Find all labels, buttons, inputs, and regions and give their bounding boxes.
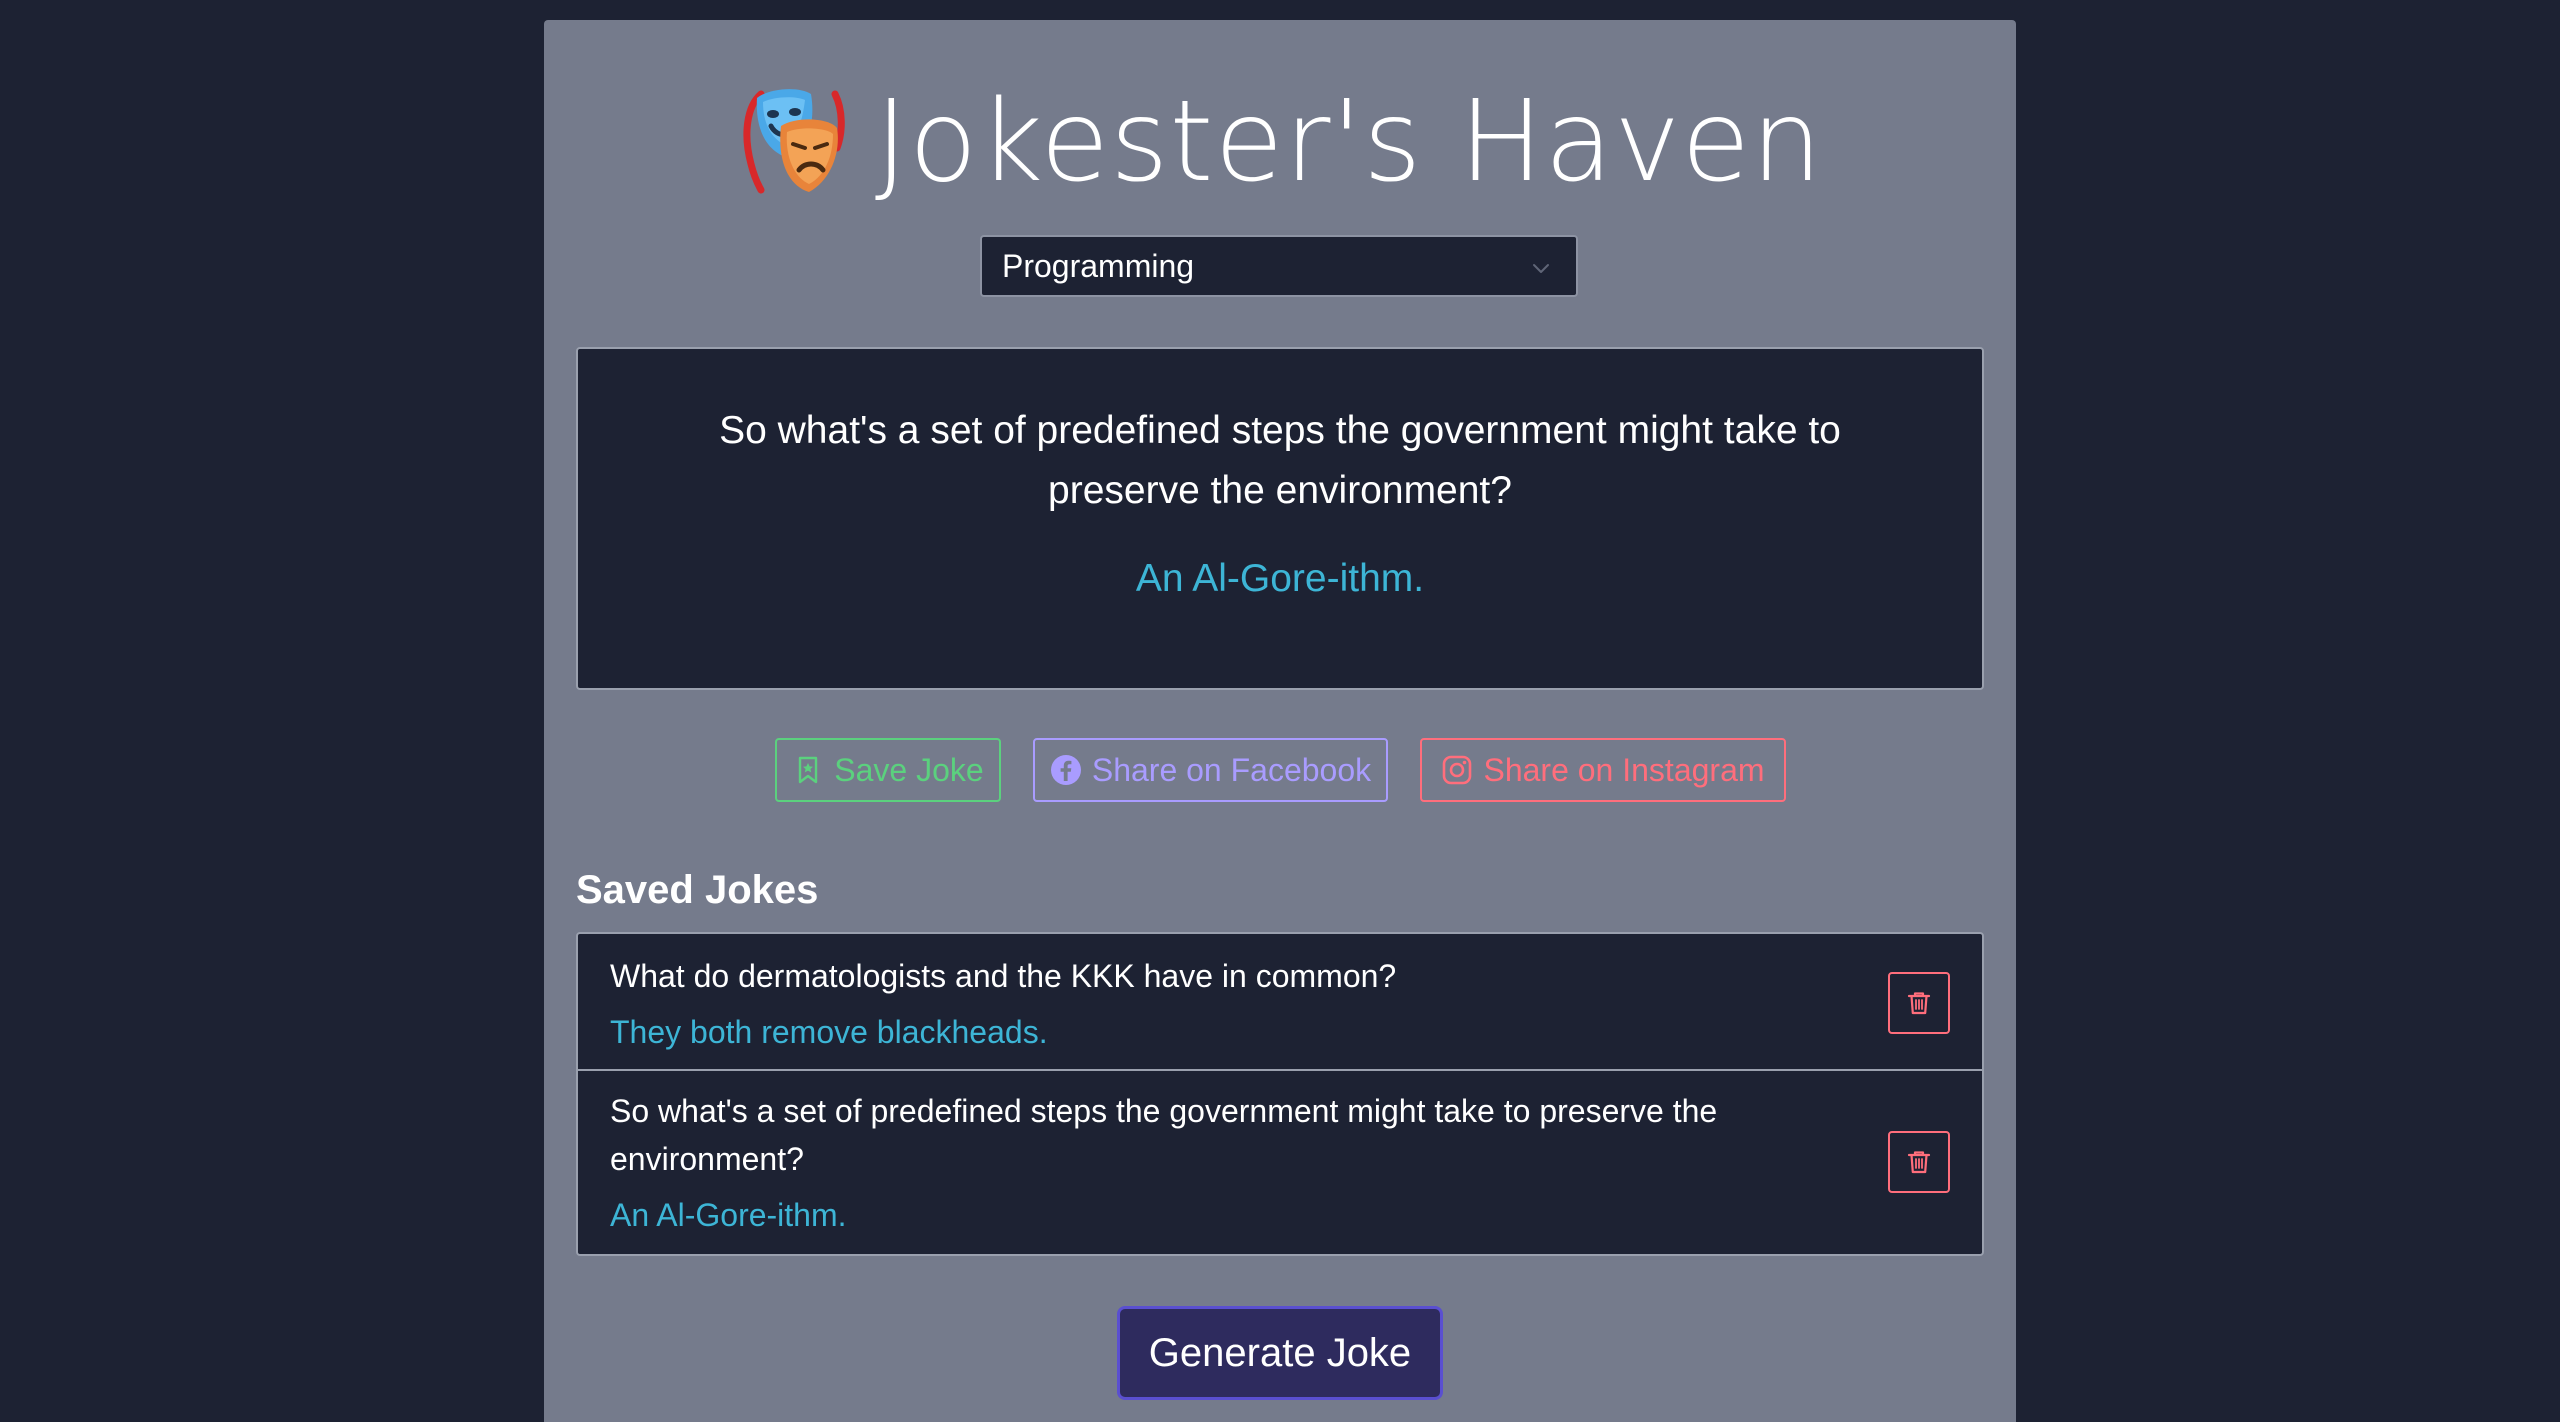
saved-joke-punchline: They both remove blackheads. xyxy=(610,1014,1048,1050)
main-panel: Jokester's Haven Programming So what's a… xyxy=(544,20,2016,1422)
saved-jokes-list: What do dermatologists and the KKK have … xyxy=(576,932,1984,1256)
joke-card: So what's a set of predefined steps the … xyxy=(576,347,1984,690)
facebook-icon xyxy=(1050,755,1081,785)
list-item: What do dermatologists and the KKK have … xyxy=(578,934,1982,1071)
trash-icon xyxy=(1907,992,1931,1015)
bookmark-icon xyxy=(799,756,818,784)
share-instagram-button[interactable]: Share on Instagram xyxy=(1420,738,1786,802)
joke-setup: So what's a set of predefined steps the … xyxy=(719,409,1841,512)
trash-icon xyxy=(1907,1151,1931,1174)
delete-saved-joke-button[interactable] xyxy=(1888,1131,1950,1193)
joke-punchline: An Al-Gore-ithm. xyxy=(1135,557,1425,600)
chevron-down-icon xyxy=(1533,264,1549,273)
generate-joke-button[interactable]: Generate Joke xyxy=(1117,1306,1443,1400)
saved-joke-punchline: An Al-Gore-ithm. xyxy=(610,1197,847,1233)
saved-jokes-heading: Saved Jokes xyxy=(576,868,819,912)
instagram-icon xyxy=(1443,755,1472,785)
list-item: So what's a set of predefined steps the … xyxy=(578,1071,1982,1254)
save-joke-button[interactable]: Save Joke xyxy=(775,738,1001,802)
category-select-value: Programming xyxy=(1002,247,1195,284)
delete-saved-joke-button[interactable] xyxy=(1888,972,1950,1034)
category-select[interactable]: Programming xyxy=(980,235,1578,297)
save-joke-label: Save Joke xyxy=(834,751,984,788)
theater-masks-icon xyxy=(743,89,845,194)
saved-joke-setup: What do dermatologists and the KKK have … xyxy=(610,958,1397,994)
share-facebook-label: Share on Facebook xyxy=(1091,751,1372,788)
share-facebook-button[interactable]: Share on Facebook xyxy=(1033,738,1388,802)
page-title: Jokester's Haven xyxy=(874,77,1824,207)
share-instagram-label: Share on Instagram xyxy=(1483,751,1765,788)
saved-joke-setup: So what's a set of predefined steps the … xyxy=(610,1093,1718,1177)
app-header: Jokester's Haven xyxy=(544,72,2016,212)
